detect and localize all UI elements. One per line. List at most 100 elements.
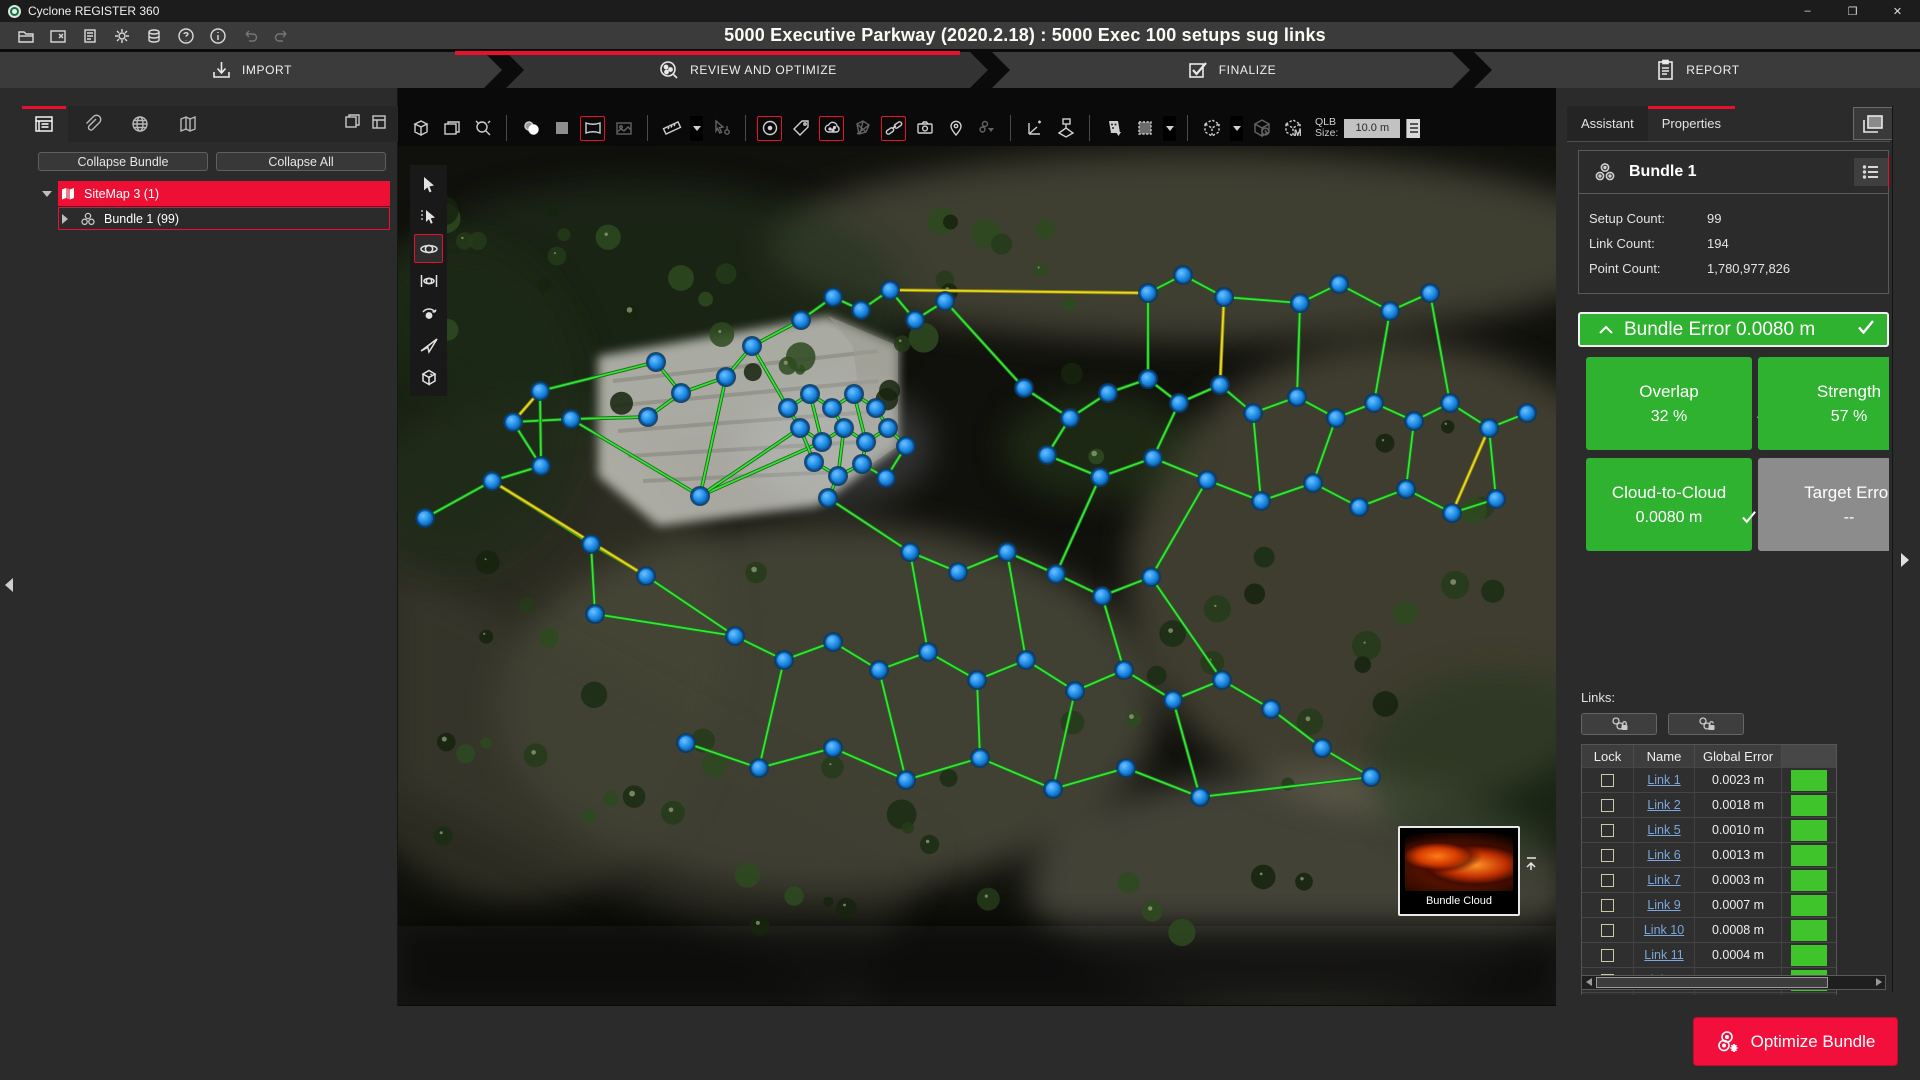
scroll-left-arrow[interactable] [1586,978,1592,986]
axes-icon[interactable] [1022,116,1047,141]
link-name[interactable]: Link 5 [1647,823,1680,837]
column-name[interactable]: Name [1634,745,1695,767]
setup-node[interactable] [1046,782,1061,797]
link-row[interactable]: Link 100.0008 m [1582,917,1836,942]
setup-node[interactable] [859,435,874,450]
unlock-all-links-button[interactable] [1668,713,1744,735]
setup-node[interactable] [847,387,862,402]
setup-node[interactable] [1329,411,1344,426]
setup-node[interactable] [745,339,760,354]
setup-node[interactable] [881,421,896,436]
setup-node[interactable] [1093,470,1108,485]
setup-node[interactable] [534,459,549,474]
setup-node[interactable] [564,412,579,427]
lock-checkbox[interactable] [1601,824,1614,837]
setup-node[interactable] [1119,761,1134,776]
link-row[interactable]: Link 10.0023 m [1582,767,1836,792]
setup-node[interactable] [533,384,548,399]
setup-node[interactable] [837,421,852,436]
measure-dropdown[interactable] [690,116,703,141]
collapse-all-button[interactable]: Collapse All [216,152,386,171]
setup-node[interactable] [869,401,884,416]
lock-checkbox[interactable] [1601,774,1614,787]
link-row[interactable]: Link 70.0003 m [1582,867,1836,892]
scroll-thumb[interactable] [1596,977,1828,988]
show-setups-icon[interactable] [757,116,782,141]
orbit-tool-icon[interactable] [414,234,443,263]
look-around-icon[interactable] [414,298,443,327]
setup-node[interactable] [854,303,869,318]
link-row[interactable]: Link 50.0010 m [1582,817,1836,842]
setup-node[interactable] [1246,406,1261,421]
setup-node[interactable] [1200,473,1215,488]
strength-tile[interactable]: Strength 57 % [1758,357,1889,450]
setup-node[interactable] [1040,448,1055,463]
close-project-icon[interactable] [48,26,67,45]
setup-node[interactable] [1176,268,1191,283]
qlb-size-input[interactable]: 10.0 m [1344,119,1400,138]
setup-node[interactable] [1146,451,1161,466]
setup-node[interactable] [1364,770,1379,785]
setup-node[interactable] [903,545,918,560]
solid-view-icon[interactable] [549,116,574,141]
bundle-cloud-thumbnail[interactable]: Bundle Cloud [1398,826,1520,916]
open-project-icon[interactable] [16,26,35,45]
show-mesh-icon[interactable] [850,116,875,141]
link-row[interactable]: Link 90.0007 m [1582,892,1836,917]
horizontal-scrollbar[interactable] [1581,975,1886,990]
lock-all-links-button[interactable] [1581,713,1657,735]
collapse-bundle-button[interactable]: Collapse Bundle [38,152,208,171]
thumbnail-expand-icon[interactable] [1525,856,1538,877]
setup-node[interactable] [1213,378,1228,393]
setup-node[interactable] [1068,684,1083,699]
setup-node[interactable] [418,511,433,526]
bundle-error-banner[interactable]: Bundle Error 0.0080 m [1578,312,1889,347]
setup-node[interactable] [1141,372,1156,387]
setup-node[interactable] [1166,693,1181,708]
setup-node[interactable] [1063,411,1078,426]
point-cloud-scene[interactable] [398,146,1556,1005]
setup-node[interactable] [679,736,694,751]
lock-checkbox[interactable] [1601,799,1614,812]
setup-node[interactable] [728,629,743,644]
setup-node[interactable] [794,313,809,328]
select-cursor-icon[interactable] [414,170,443,199]
setup-node[interactable] [674,386,689,401]
setup-node[interactable] [1407,414,1422,429]
setup-node[interactable] [826,635,841,650]
link-row[interactable]: Link 60.0013 m [1582,842,1836,867]
setup-node[interactable] [777,653,792,668]
setup-node[interactable] [1332,277,1347,292]
selection-dropdown[interactable] [1163,116,1176,141]
link-line[interactable] [540,391,541,466]
image-view-icon[interactable] [611,116,636,141]
setup-spheres-icon[interactable] [518,116,543,141]
lock-checkbox[interactable] [1601,924,1614,937]
setup-node[interactable] [485,474,500,489]
setup-node[interactable] [899,773,914,788]
setup-node[interactable] [1423,286,1438,301]
setup-node[interactable] [1383,304,1398,319]
target-error-tile[interactable]: Target Error -- [1758,458,1889,551]
optimize-bundle-button[interactable]: Optimize Bundle [1693,1017,1898,1066]
setup-node[interactable] [1095,589,1110,604]
setup-node[interactable] [1117,663,1132,678]
panel-layout-button[interactable] [1853,107,1893,140]
lock-checkbox[interactable] [1601,949,1614,962]
setup-node[interactable] [1215,673,1230,688]
link-name[interactable]: Link 9 [1647,898,1680,912]
scroll-right-arrow[interactable] [1876,978,1882,986]
setup-node[interactable] [1399,482,1414,497]
setup-node[interactable] [1172,396,1187,411]
setup-node[interactable] [1306,476,1321,491]
link-name[interactable]: Link 2 [1647,798,1680,812]
link-name[interactable]: Link 7 [1647,873,1680,887]
tab-review-and-optimize[interactable]: REVIEW AND OPTIMIZE [506,52,988,88]
setup-node[interactable] [1482,421,1497,436]
setup-node[interactable] [1217,290,1232,305]
tab-report[interactable]: REPORT [1474,52,1920,88]
cloud-to-cloud-tile[interactable]: Cloud-to-Cloud 0.0080 m [1586,458,1752,551]
setup-node[interactable] [970,673,985,688]
limit-box-dropdown[interactable] [1230,116,1243,141]
show-cloud-icon[interactable] [819,116,844,141]
